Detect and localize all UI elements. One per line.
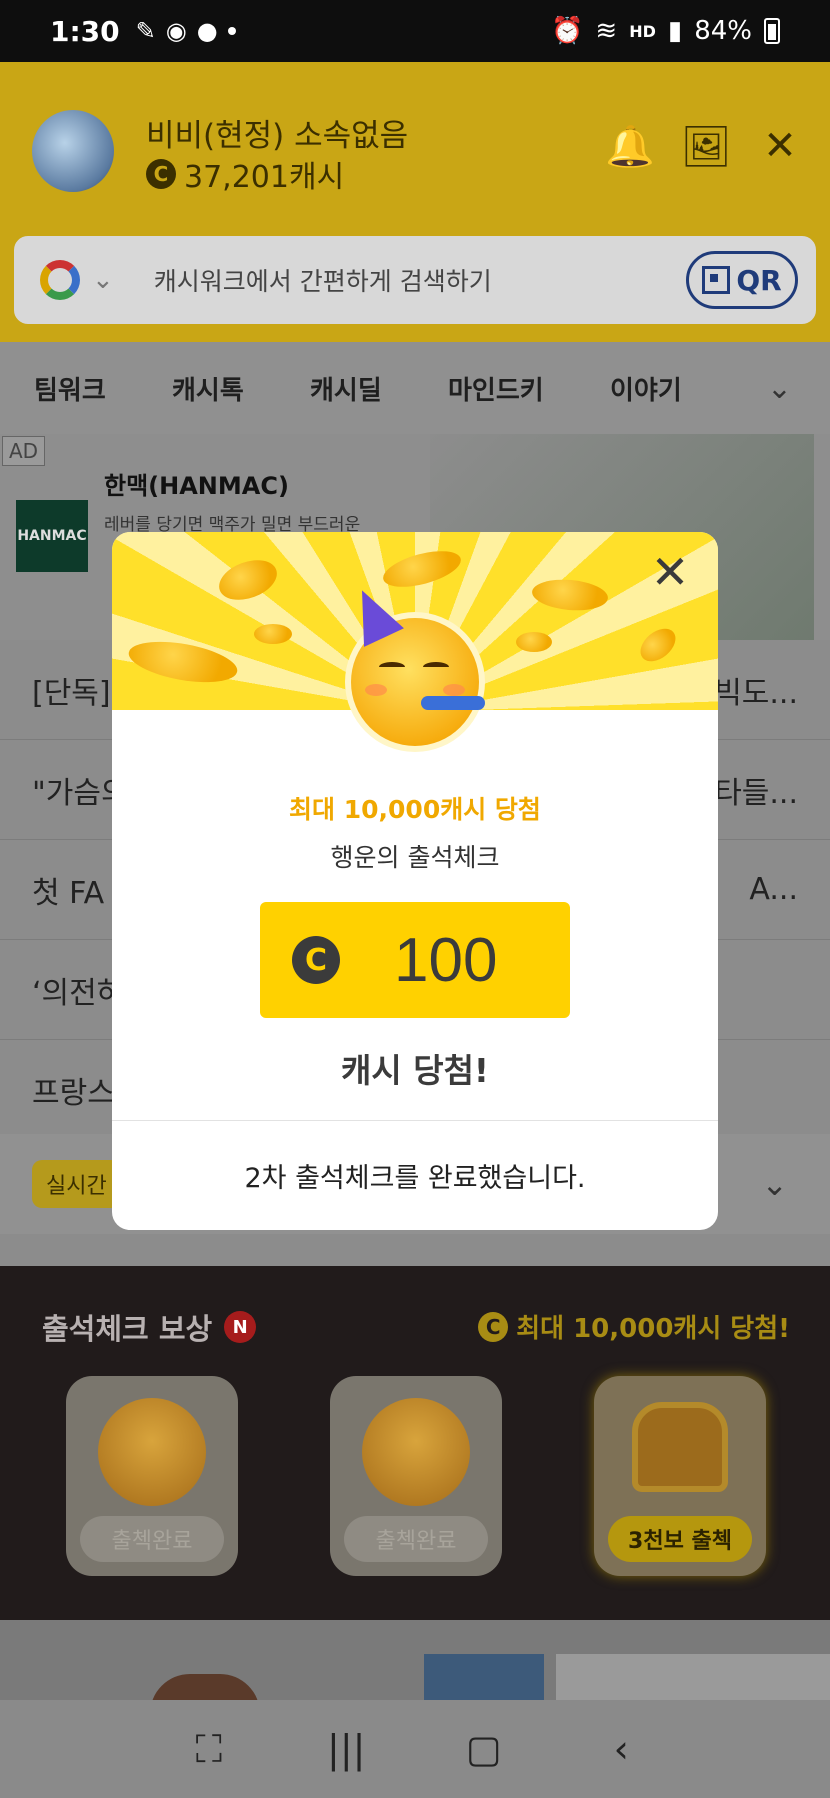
app-icon: ✎ <box>135 17 156 45</box>
home-icon[interactable]: ▢ <box>454 1727 514 1771</box>
thumbnail-image[interactable] <box>424 1654 544 1700</box>
content-preview <box>0 1620 830 1714</box>
system-nav-bar: ⛶ ||| ▢ ‹ <box>0 1700 830 1798</box>
emoji-eye <box>379 662 405 672</box>
attendance-card-label: 출첵완료 <box>344 1516 488 1562</box>
recents-icon[interactable]: ||| <box>316 1727 376 1771</box>
party-emoji <box>342 581 485 752</box>
qr-button[interactable]: QR <box>686 251 798 309</box>
ad-title: 한맥(HANMAC) <box>104 472 289 500</box>
tab-story[interactable]: 이야기 <box>610 370 748 407</box>
party-blower-icon <box>421 696 485 710</box>
completion-message: 2차 출석체크를 완료했습니다. <box>244 1163 586 1194</box>
search-input[interactable]: 캐시워크에서 간편하게 검색하기 <box>154 262 492 298</box>
thumbnail-image[interactable] <box>556 1654 830 1700</box>
wifi-icon: ≋ <box>595 16 618 46</box>
attendance-max: C 최대 10,000캐시 당첨! <box>478 1308 790 1345</box>
flying-coin <box>254 624 292 644</box>
app-header: 비비(현정) 소속없음 C 37,201캐시 🔔 🖼 ✕ ⌄ 캐시워크에서 간편… <box>0 62 830 342</box>
qr-icon <box>702 266 731 294</box>
attendance-modal: ✕ 최대 10,000캐시 당첨 행운의 출석체크 C 100 캐시 당첨! 2… <box>112 532 718 1230</box>
status-bar: 1:30 ✎ ◉ ● ⏰ ≋ HD ▮ 84% <box>0 0 830 62</box>
screenshot-icon[interactable]: ⛶ <box>179 1727 239 1772</box>
more-notifications-icon <box>227 27 236 35</box>
prize-box: C 100 <box>260 902 570 1018</box>
party-face-icon <box>342 581 485 746</box>
coin-icon: C <box>478 1311 509 1342</box>
cash-balance: C 37,201캐시 <box>146 152 344 196</box>
attendance-title: 출석체크 보상 N <box>42 1306 257 1348</box>
news-title: 프랑스 <box>32 1075 115 1111</box>
system-icons: ⏰ ≋ HD ▮ 84% <box>551 16 780 46</box>
google-icon[interactable] <box>40 260 80 300</box>
alarm-icon: ⏰ <box>551 16 584 46</box>
attendance-section: 출석체크 보상 N C 최대 10,000캐시 당첨! 출첵완료 출첵완료 3천… <box>0 1266 830 1620</box>
profile-name: 비비(현정) 소속없음 <box>146 118 409 154</box>
back-icon[interactable]: ‹ <box>591 1727 651 1771</box>
tab-cashtalk[interactable]: 캐시톡 <box>172 370 310 407</box>
attendance-card-label: 출첵완료 <box>80 1516 224 1562</box>
tab-cashdeal[interactable]: 캐시딜 <box>310 370 448 407</box>
win-text: 캐시 당첨! <box>341 1051 489 1090</box>
news-title: ‘의전하 <box>32 975 125 1011</box>
tab-mindkey[interactable]: 마인드키 <box>448 370 610 407</box>
treasure-chest-icon <box>632 1402 728 1492</box>
emoji-eye <box>423 662 449 672</box>
close-modal-button[interactable]: ✕ <box>644 546 696 598</box>
avatar[interactable] <box>32 110 114 192</box>
modal-event-name: 행운의 출석체크 <box>330 843 500 872</box>
attendance-card-button[interactable]: 3천보 출첵 <box>608 1516 752 1562</box>
news-title-tail: A... <box>749 872 798 907</box>
app-icon: ◉ <box>165 17 187 45</box>
news-title: [단독] <box>32 675 111 711</box>
qr-label: QR <box>736 263 782 297</box>
hd-voice-icon: HD <box>629 21 656 41</box>
category-tabs: 팀워크 캐시톡 캐시딜 마인드키 이야기 ⌄ <box>0 342 830 434</box>
chevron-down-icon[interactable]: ⌄ <box>761 1165 788 1203</box>
attendance-card[interactable]: 출첵완료 <box>66 1376 238 1576</box>
notification-icons: ✎ ◉ ● <box>136 17 236 45</box>
battery-icon <box>764 18 780 44</box>
coins-icon <box>98 1398 206 1506</box>
emoji-blush <box>443 684 465 696</box>
attendance-title-text: 출석체크 보상 <box>42 1312 213 1346</box>
realtime-badge: 실시간 <box>32 1160 121 1208</box>
chevron-down-icon[interactable]: ⌄ <box>92 265 114 295</box>
app-icon: ● <box>196 17 218 45</box>
news-title: 첫 FA <box>32 875 105 911</box>
signal-icon: ▮ <box>667 16 683 46</box>
coins-icon <box>362 1398 470 1506</box>
attendance-card[interactable]: 3천보 출첵 <box>594 1376 766 1576</box>
news-title-tail: 빅도... <box>714 675 798 711</box>
chevron-down-icon[interactable]: ⌄ <box>767 371 792 406</box>
coin-icon: C <box>146 159 176 189</box>
cash-amount: 37,201캐시 <box>184 160 345 195</box>
modal-subtitle: 최대 10,000캐시 당첨 <box>289 795 541 824</box>
attendance-max-text: 최대 10,000캐시 당첨! <box>516 1314 790 1344</box>
cash-bell-icon[interactable]: 🔔 <box>604 120 656 172</box>
tab-teamwork[interactable]: 팀워크 <box>34 370 172 407</box>
prize-amount: 100 <box>394 925 498 995</box>
new-badge: N <box>224 1311 257 1343</box>
attendance-card[interactable]: 출첵완료 <box>330 1376 502 1576</box>
battery-percent: 84% <box>694 16 752 46</box>
search-bar[interactable]: ⌄ 캐시워크에서 간편하게 검색하기 QR <box>10 232 820 328</box>
ad-tag: AD <box>2 436 46 466</box>
cash-coin-icon: C <box>292 936 340 984</box>
close-icon[interactable]: ✕ <box>754 120 806 172</box>
flying-coin <box>516 632 552 652</box>
news-title-tail: 타들... <box>714 775 798 811</box>
emoji-blush <box>365 684 387 696</box>
status-time: 1:30 <box>50 14 120 48</box>
ad-logo: HANMAC <box>16 500 88 572</box>
divider <box>112 1120 718 1121</box>
image-icon[interactable]: 🖼 <box>680 120 732 172</box>
